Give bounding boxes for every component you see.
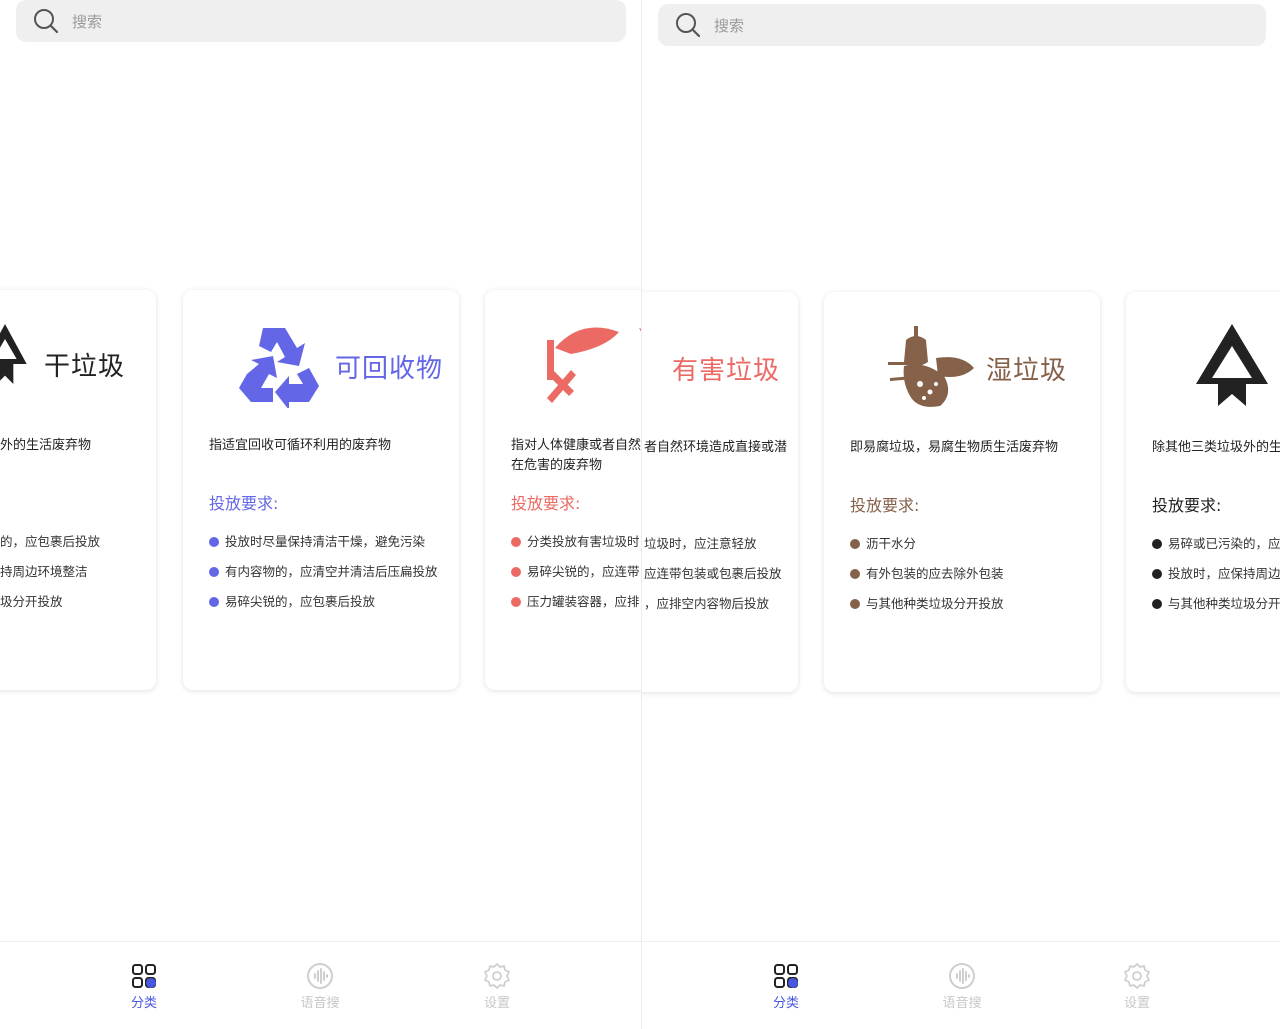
search-icon xyxy=(34,9,59,34)
card-dry-waste[interactable]: 干垃圾 外的生活废弃物 的，应包裹后投放 持周边环境整洁 圾分开投放 xyxy=(0,290,156,690)
tab-label: 语音搜 xyxy=(942,996,982,1011)
rule-item: 易碎或已污染的，应 xyxy=(1152,535,1280,565)
rule-list: 分类投放有害垃圾时 易碎尖锐的，应连带 压力罐装容器，应排 xyxy=(511,533,640,623)
card-title: 有害垃圾 xyxy=(672,356,781,386)
rule-item: 有外包装的应去除外包装 xyxy=(850,565,1004,595)
tab-voice-search[interactable]: 语音搜 xyxy=(932,962,992,1011)
card-hazardous[interactable]: 指对人体健康或者自然 在危害的废弃物 投放要求: 分类投放有害垃圾时 易碎尖锐的… xyxy=(485,290,641,690)
right-screen: 搜索 有害垃圾 者自然环境造成直接或潜 垃圾时，应注意轻放 应连带包装或包裹后投… xyxy=(641,0,1280,1029)
gear-icon xyxy=(1124,963,1150,989)
food-waste-icon xyxy=(888,326,974,407)
rule-item: 圾分开投放 xyxy=(0,594,63,609)
card-header: 湿垃圾 xyxy=(824,314,1100,414)
tab-label: 分类 xyxy=(772,996,799,1011)
bullet-icon xyxy=(209,597,219,607)
gear-icon xyxy=(484,963,510,989)
card-header: 有害垃圾 xyxy=(642,314,798,414)
tab-voice-search[interactable]: 语音搜 xyxy=(290,962,350,1011)
card-title: 可回收物 xyxy=(335,354,444,384)
card-title: 干垃圾 xyxy=(44,352,126,382)
rule-list: 垃圾时，应注意轻放 应连带包装或包裹后投放 ，应排空内容物后投放 xyxy=(644,535,782,625)
rule-item: 沥干水分 xyxy=(850,535,1004,565)
tab-label: 设置 xyxy=(483,996,510,1011)
search-placeholder: 搜索 xyxy=(714,16,745,35)
rule-item: 压力罐装容器，应排 xyxy=(511,593,640,623)
hazardous-icon xyxy=(547,327,641,403)
card-header: 干垃圾 xyxy=(0,312,156,412)
rule-item: 易碎尖锐的，应连带 xyxy=(511,563,640,593)
search-icon xyxy=(676,13,701,38)
tab-label: 设置 xyxy=(1123,996,1150,1011)
rule-item: 垃圾时，应注意轻放 xyxy=(644,536,757,551)
voice-icon xyxy=(949,963,975,989)
card-header xyxy=(485,312,641,412)
tab-settings[interactable]: 设置 xyxy=(467,962,527,1011)
rule-item: 有内容物的，应清空并清洁后压扁投放 xyxy=(209,563,438,593)
bullet-icon xyxy=(511,537,521,547)
rule-item: 的，应包裹后投放 xyxy=(0,534,101,549)
requirements-heading: 投放要求: xyxy=(511,494,581,513)
card-wet-waste[interactable]: 湿垃圾 即易腐垃圾，易腐生物质生活废弃物 投放要求: 沥干水分 有外包装的应去除… xyxy=(824,292,1100,692)
bullet-icon xyxy=(511,567,521,577)
bullet-icon xyxy=(850,539,860,549)
requirements-heading: 投放要求: xyxy=(209,494,279,513)
rule-list: 投放时尽量保持清洁干燥，避免污染 有内容物的，应清空并清洁后压扁投放 易碎尖锐的… xyxy=(209,533,438,623)
card-description: 指适宜回收可循环利用的废弃物 xyxy=(209,438,392,453)
search-placeholder: 搜索 xyxy=(72,12,103,31)
search-bar[interactable]: 搜索 xyxy=(16,0,626,42)
rule-item: 应连带包装或包裹后投放 xyxy=(644,566,782,581)
bullet-icon xyxy=(850,599,860,609)
rule-item: 与其他种类垃圾分开 xyxy=(1152,595,1280,625)
card-title: 湿垃圾 xyxy=(986,356,1068,386)
card-description: 除其他三类垃圾外的生 xyxy=(1152,440,1280,455)
card-header: 可回收物 xyxy=(183,312,459,412)
bullet-icon xyxy=(850,569,860,579)
rule-item: 投放时尽量保持清洁干燥，避免污染 xyxy=(209,533,438,563)
bottom-tab-bar: 分类 语音搜 设置 xyxy=(0,941,641,1029)
rule-item: 持周边环境整洁 xyxy=(0,564,88,579)
card-hazardous[interactable]: 有害垃圾 者自然环境造成直接或潜 垃圾时，应注意轻放 应连带包装或包裹后投放 ，… xyxy=(642,292,798,692)
search-bar[interactable]: 搜索 xyxy=(658,4,1266,46)
rule-item: 与其他种类垃圾分开投放 xyxy=(850,595,1004,625)
dry-waste-icon xyxy=(0,324,27,384)
rule-list: 的，应包裹后投放 持周边环境整洁 圾分开投放 xyxy=(0,533,100,623)
card-dry-waste[interactable]: 除其他三类垃圾外的生 投放要求: 易碎或已污染的，应 投放时，应保持周边 与其他… xyxy=(1126,292,1280,692)
card-description: 即易腐垃圾，易腐生物质生活废弃物 xyxy=(850,440,1059,455)
grid-icon xyxy=(774,964,798,988)
recycle-icon xyxy=(239,328,319,408)
rule-item: 分类投放有害垃圾时 xyxy=(511,533,640,563)
bottom-tab-bar: 分类 语音搜 设置 xyxy=(642,941,1280,1029)
bullet-icon xyxy=(511,597,521,607)
tab-settings[interactable]: 设置 xyxy=(1107,962,1167,1011)
rule-list: 易碎或已污染的，应 投放时，应保持周边 与其他种类垃圾分开 xyxy=(1152,535,1280,625)
tab-label: 语音搜 xyxy=(300,996,340,1011)
bullet-icon xyxy=(1152,599,1162,609)
bullet-icon xyxy=(1152,539,1162,549)
rule-item: 投放时，应保持周边 xyxy=(1152,565,1280,595)
tab-label: 分类 xyxy=(130,996,157,1011)
bullet-icon xyxy=(1152,569,1162,579)
tab-category[interactable]: 分类 xyxy=(114,962,174,1011)
grid-icon xyxy=(132,964,156,988)
rule-list: 沥干水分 有外包装的应去除外包装 与其他种类垃圾分开投放 xyxy=(850,535,1004,625)
rule-item: 易碎尖锐的，应包裹后投放 xyxy=(209,593,438,623)
bullet-icon xyxy=(209,567,219,577)
bullet-icon xyxy=(209,537,219,547)
left-screen: 搜索 干垃圾 外的生活废弃物 的，应包裹后投放 持周边环境整洁 圾分开投放 可回… xyxy=(0,0,641,1029)
card-recyclable[interactable]: 可回收物 指适宜回收可循环利用的废弃物 投放要求: 投放时尽量保持清洁干燥，避免… xyxy=(183,290,459,690)
dry-waste-icon xyxy=(1196,324,1268,406)
card-description: 指对人体健康或者自然 在危害的废弃物 xyxy=(511,438,641,473)
voice-icon xyxy=(307,963,333,989)
tab-category[interactable]: 分类 xyxy=(756,962,816,1011)
rule-item: ，应排空内容物后投放 xyxy=(644,596,770,611)
requirements-heading: 投放要求: xyxy=(1152,496,1222,515)
card-header xyxy=(1126,314,1280,414)
requirements-heading: 投放要求: xyxy=(850,496,920,515)
